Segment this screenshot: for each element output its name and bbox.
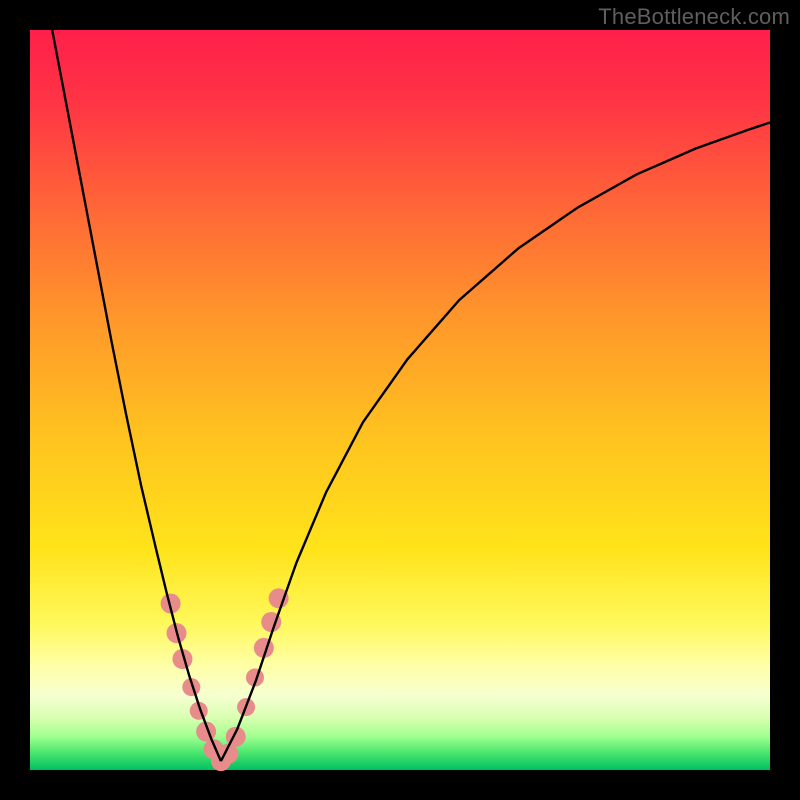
bottleneck-chart <box>0 0 800 800</box>
watermark-text: TheBottleneck.com <box>598 4 790 30</box>
plot-background <box>30 30 770 770</box>
chart-frame: TheBottleneck.com <box>0 0 800 800</box>
